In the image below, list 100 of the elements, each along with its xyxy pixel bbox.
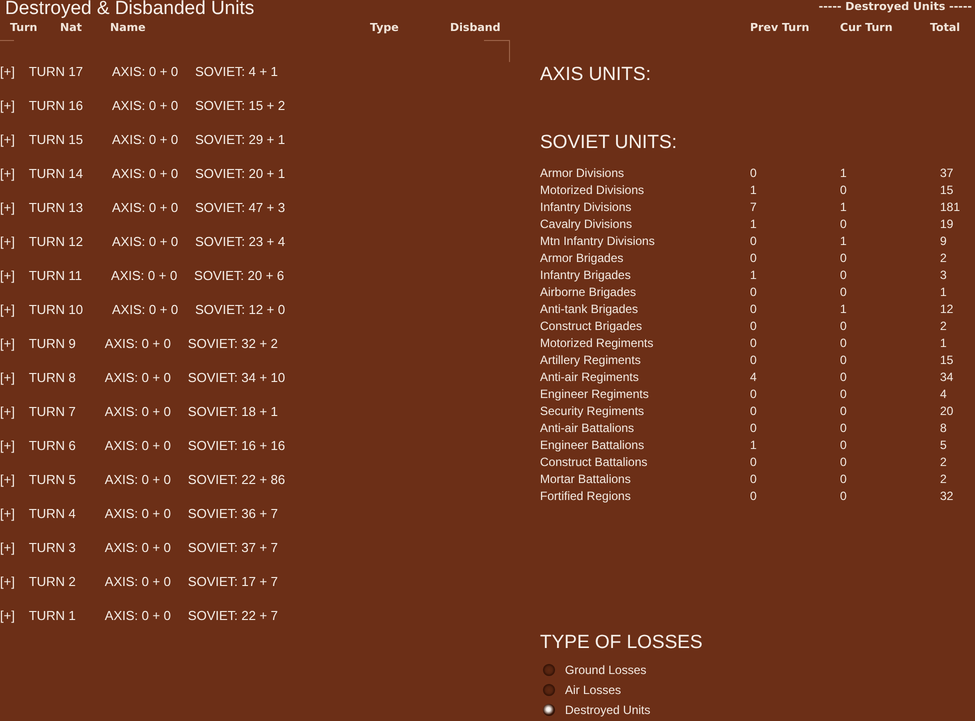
turn-label: TURN 16 <box>28 98 84 114</box>
turn-label: TURN 13 <box>28 200 84 216</box>
unit-type: Anti-air Battalions <box>540 421 634 436</box>
unit-type: Infantry Divisions <box>540 200 632 215</box>
expand-toggle[interactable]: [+] <box>0 200 15 216</box>
unit-type: Construct Brigades <box>540 319 642 334</box>
axis-losses: AXIS: 0 + 0 <box>104 336 171 352</box>
radio-button[interactable] <box>543 704 555 716</box>
total-count: 5 <box>940 438 947 453</box>
prev-turn-count: 0 <box>750 302 757 317</box>
expand-toggle[interactable]: [+] <box>0 540 15 556</box>
cur-turn-count: 0 <box>840 455 847 470</box>
total-count: 20 <box>940 404 954 419</box>
expand-toggle[interactable]: [+] <box>0 64 15 80</box>
axis-losses: AXIS: 0 + 0 <box>112 302 178 318</box>
cur-turn-count: 0 <box>840 285 847 300</box>
soviet-losses: SOVIET: 20 + 6 <box>194 268 284 284</box>
axis-losses: AXIS: 0 + 0 <box>104 472 171 488</box>
prev-turn-count: 0 <box>750 353 757 368</box>
total-count: 12 <box>940 302 954 317</box>
cur-turn-count: 0 <box>840 370 847 385</box>
cur-turn-count: 0 <box>840 268 847 283</box>
expand-toggle[interactable]: [+] <box>0 336 15 352</box>
expand-toggle[interactable]: [+] <box>0 506 15 522</box>
expand-toggle[interactable]: [+] <box>0 438 15 454</box>
cur-turn-count: 0 <box>840 421 847 436</box>
expand-toggle[interactable]: [+] <box>0 370 15 386</box>
prev-turn-count: 0 <box>750 234 757 249</box>
turn-label: TURN 9 <box>28 336 76 352</box>
expand-toggle[interactable]: [+] <box>0 608 15 624</box>
total-count: 2 <box>940 455 947 470</box>
cur-turn-count: 0 <box>840 438 847 453</box>
expand-toggle[interactable]: [+] <box>0 234 15 250</box>
prev-turn-count: 1 <box>750 268 757 283</box>
unit-type: Artillery Regiments <box>540 353 641 368</box>
prev-turn-count: 0 <box>750 251 757 266</box>
turn-label: TURN 5 <box>28 472 76 488</box>
soviet-losses: SOVIET: 16 + 16 <box>188 438 286 454</box>
unit-type: Construct Battalions <box>540 455 648 470</box>
frame-corner <box>484 40 510 62</box>
soviet-losses: SOVIET: 47 + 3 <box>195 200 286 216</box>
unit-type: Engineer Regiments <box>540 387 649 402</box>
column-header: Type <box>370 21 399 35</box>
axis-losses: AXIS: 0 + 0 <box>112 132 178 148</box>
expand-toggle[interactable]: [+] <box>0 132 15 148</box>
expand-toggle[interactable]: [+] <box>0 404 15 420</box>
cur-turn-count: 0 <box>840 387 847 402</box>
total-count: 32 <box>940 489 954 504</box>
unit-type: Security Regiments <box>540 404 644 419</box>
soviet-losses: SOVIET: 20 + 1 <box>195 166 286 182</box>
radio-button[interactable] <box>543 664 555 676</box>
cur-turn-count: 0 <box>840 404 847 419</box>
total-count: 1 <box>940 336 947 351</box>
total-count: 8 <box>940 421 947 436</box>
total-count: 2 <box>940 251 947 266</box>
soviet-losses: SOVIET: 15 + 2 <box>195 98 286 114</box>
soviet-losses: SOVIET: 18 + 1 <box>188 404 278 420</box>
column-header: Disband <box>450 21 500 35</box>
axis-losses: AXIS: 0 + 0 <box>104 404 171 420</box>
prev-turn-count: 1 <box>750 217 757 232</box>
cur-turn-count: 1 <box>840 302 847 317</box>
axis-losses: AXIS: 0 + 0 <box>104 438 171 454</box>
expand-toggle[interactable]: [+] <box>0 268 15 284</box>
expand-toggle[interactable]: [+] <box>0 302 15 318</box>
turn-label: TURN 10 <box>28 302 84 318</box>
cur-turn-count: 0 <box>840 353 847 368</box>
cur-turn-count: 0 <box>840 319 847 334</box>
prev-turn-count: 0 <box>750 166 757 181</box>
column-header: Prev Turn <box>750 21 810 35</box>
cur-turn-count: 1 <box>840 200 847 215</box>
unit-type: Anti-tank Brigades <box>540 302 638 317</box>
total-count: 1 <box>940 285 947 300</box>
section-title: TYPE OF LOSSES <box>540 632 703 654</box>
axis-losses: AXIS: 0 + 0 <box>104 540 171 556</box>
unit-type: Armor Divisions <box>540 166 624 181</box>
total-count: 3 <box>940 268 947 283</box>
total-count: 2 <box>940 472 947 487</box>
unit-type: Armor Brigades <box>540 251 624 266</box>
radio-button[interactable] <box>543 684 555 696</box>
column-header: Total <box>930 21 960 35</box>
expand-toggle[interactable]: [+] <box>0 98 15 114</box>
axis-losses: AXIS: 0 + 0 <box>112 64 178 80</box>
soviet-losses: SOVIET: 12 + 0 <box>195 302 286 318</box>
soviet-losses: SOVIET: 34 + 10 <box>188 370 286 386</box>
cur-turn-count: 0 <box>840 336 847 351</box>
prev-turn-count: 1 <box>750 183 757 198</box>
turn-label: TURN 7 <box>28 404 76 420</box>
unit-type: Cavalry Divisions <box>540 217 632 232</box>
prev-turn-count: 0 <box>750 404 757 419</box>
column-header: Cur Turn <box>840 21 893 35</box>
expand-toggle[interactable]: [+] <box>0 472 15 488</box>
expand-toggle[interactable]: [+] <box>0 574 15 590</box>
unit-type: Engineer Battalions <box>540 438 644 453</box>
expand-toggle[interactable]: [+] <box>0 166 15 182</box>
total-count: 9 <box>940 234 947 249</box>
unit-type: Airborne Brigades <box>540 285 636 300</box>
soviet-losses: SOVIET: 17 + 7 <box>188 574 278 590</box>
turn-label: TURN 15 <box>28 132 84 148</box>
cur-turn-count: 0 <box>840 251 847 266</box>
unit-type: Mortar Battalions <box>540 472 631 487</box>
